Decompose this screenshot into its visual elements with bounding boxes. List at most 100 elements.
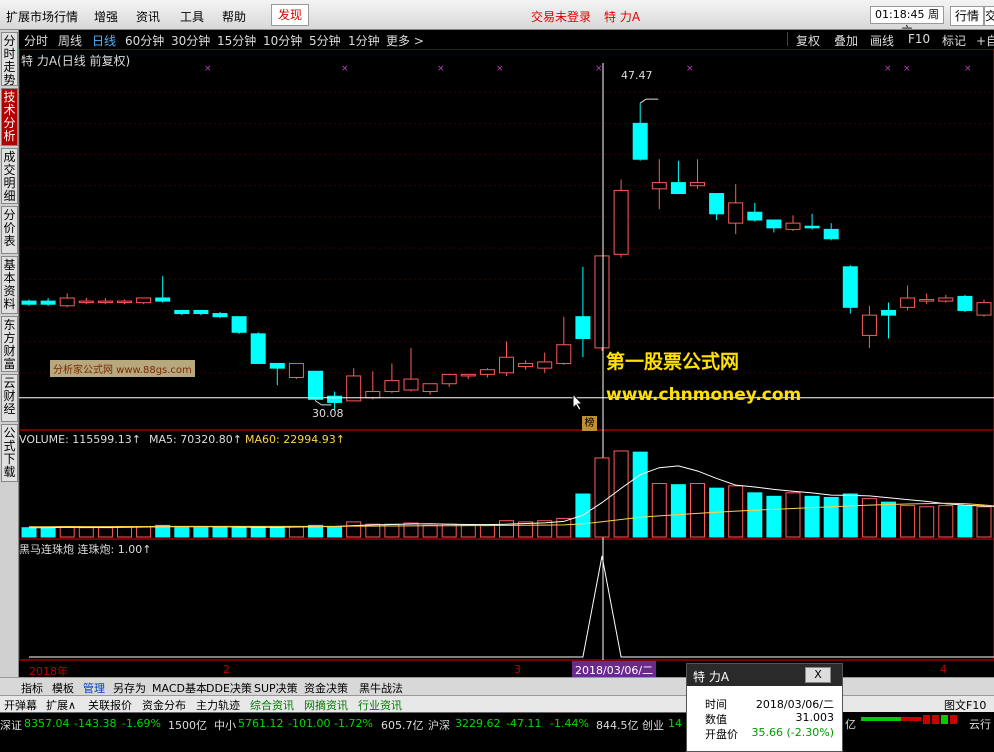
candle-down bbox=[804, 225, 820, 229]
tab-trades[interactable]: 成交明细 bbox=[1, 148, 18, 204]
watermark-title: 第一股票公式网 bbox=[606, 351, 740, 373]
close-button[interactable]: X bbox=[805, 667, 831, 683]
candle-up bbox=[422, 383, 438, 393]
rank-tag[interactable]: 榜 bbox=[582, 416, 597, 431]
danmu-button[interactable]: 开弹幕 bbox=[4, 697, 37, 713]
industry-news-button[interactable]: 行业资讯 bbox=[358, 697, 402, 713]
popup-key: 时间 bbox=[705, 698, 727, 711]
trade-tab[interactable]: 交 bbox=[984, 6, 994, 26]
main-track-button[interactable]: 主力轨迹 bbox=[196, 697, 240, 713]
tab-eastmoney[interactable]: 东方财富 bbox=[1, 316, 18, 372]
volume-bar-down bbox=[842, 493, 858, 538]
tool-tab-dde[interactable]: DDE决策 bbox=[206, 680, 252, 696]
adjust-button[interactable]: 复权 bbox=[796, 32, 820, 49]
volume-bar-down bbox=[327, 526, 343, 538]
ticker-item: 创业 bbox=[642, 719, 664, 732]
tool-tab-macd[interactable]: MACD基本 bbox=[152, 680, 207, 696]
period-5min[interactable]: 5分钟 bbox=[309, 32, 341, 49]
draw-line-button[interactable]: 画线 bbox=[870, 32, 894, 49]
related-quote-button[interactable]: 关联报价 bbox=[88, 697, 132, 713]
tool-tab-manage[interactable]: 管理 bbox=[83, 680, 105, 696]
tool-tab-fund[interactable]: 资金决策 bbox=[304, 680, 348, 696]
period-weekly[interactable]: 周线 bbox=[58, 32, 82, 49]
period-1min[interactable]: 1分钟 bbox=[348, 32, 380, 49]
candle-up bbox=[384, 380, 400, 393]
toolbar-divider bbox=[787, 32, 788, 46]
mouse-cursor-icon bbox=[572, 393, 584, 411]
signal-marker: × bbox=[437, 64, 445, 74]
volume-bar-up bbox=[785, 492, 801, 538]
signal-marker: × bbox=[341, 64, 349, 74]
custom-button[interactable]: +自 bbox=[976, 32, 994, 49]
volume-bar-up bbox=[97, 527, 113, 538]
ticker-item: 3229.62 bbox=[455, 717, 501, 730]
f10-button[interactable]: F10 bbox=[908, 32, 930, 46]
period-10min[interactable]: 10分钟 bbox=[263, 32, 302, 49]
candle-up bbox=[518, 362, 534, 368]
popup-key: 数值 bbox=[705, 713, 727, 726]
period-30min[interactable]: 30分钟 bbox=[171, 32, 210, 49]
ticker-item: -47.11 bbox=[506, 717, 542, 730]
volume-bar-down bbox=[21, 527, 37, 538]
candle-down bbox=[747, 211, 763, 221]
discover-button[interactable]: 发现 bbox=[271, 4, 309, 26]
period-60min[interactable]: 60分钟 bbox=[125, 32, 164, 49]
cursor-date: 2018/03/06/二 bbox=[572, 661, 657, 677]
fund-distribution-button[interactable]: 资金分布 bbox=[142, 697, 186, 713]
indicator-panel-border bbox=[19, 539, 994, 660]
candle-up bbox=[861, 314, 877, 336]
popup-value: 35.66 (-2.30%) bbox=[751, 726, 834, 739]
tab-basic-info[interactable]: 基本资料 bbox=[1, 256, 18, 314]
period-daily[interactable]: 日线 bbox=[92, 32, 116, 49]
period-more[interactable]: 更多 > bbox=[386, 32, 424, 49]
tab-formula-download[interactable]: 公式下载 bbox=[1, 424, 18, 482]
quote-tab[interactable]: 行情 bbox=[950, 6, 984, 26]
tool-tab-template[interactable]: 模板 bbox=[52, 680, 74, 696]
low-price-label: 30.08 bbox=[312, 407, 344, 420]
volume-bar-up bbox=[460, 524, 476, 538]
tool-tab-sup[interactable]: SUP决策 bbox=[254, 680, 298, 696]
expand-button[interactable]: 扩展∧ bbox=[46, 697, 76, 713]
tool-tab-save-as[interactable]: 另存为 bbox=[113, 680, 146, 696]
volume-bar-up bbox=[422, 524, 438, 538]
general-news-button[interactable]: 综合资讯 bbox=[250, 697, 294, 713]
volume-bar-up bbox=[288, 526, 304, 538]
web-news-button[interactable]: 网摘资讯 bbox=[304, 697, 348, 713]
menu-item-extended-market[interactable]: 扩展市场行情 bbox=[6, 8, 78, 25]
function-bar: 开弹幕 扩展∧ 关联报价 资金分布 主力轨迹 综合资讯 网摘资讯 行业资讯 图文… bbox=[0, 695, 994, 712]
tool-tab-blackbull[interactable]: 黑牛战法 bbox=[359, 680, 403, 696]
tool-tab-indicator[interactable]: 指标 bbox=[21, 680, 43, 696]
candle-up bbox=[938, 297, 954, 302]
tab-yuncaijing[interactable]: 云财经 bbox=[1, 374, 18, 422]
volume-bar-up bbox=[976, 506, 992, 538]
tab-technical[interactable]: 技术分析 bbox=[1, 88, 18, 146]
volume-bar-up bbox=[613, 450, 629, 538]
period-intraday[interactable]: 分时 bbox=[24, 32, 48, 49]
volume-bar-down bbox=[881, 501, 896, 538]
chart-title: 特 力A(日线 前复权) bbox=[21, 54, 131, 68]
period-15min[interactable]: 15分钟 bbox=[217, 32, 256, 49]
tab-price-table[interactable]: 分价表 bbox=[1, 206, 18, 254]
menu-item-info[interactable]: 资讯 bbox=[136, 8, 160, 25]
ticker-item: 605.7亿 bbox=[381, 719, 424, 732]
volume-bar-down bbox=[269, 527, 285, 538]
menu-item-tools[interactable]: 工具 bbox=[180, 8, 204, 25]
small-watermark: 分析家公式网 www.88gs.com bbox=[50, 360, 195, 377]
candle-down bbox=[709, 193, 725, 215]
candle-up bbox=[78, 300, 94, 304]
kline-chart[interactable]: × × × × × × × × × bbox=[19, 49, 994, 660]
menu-item-enhance[interactable]: 增强 bbox=[94, 8, 118, 25]
mark-button[interactable]: 标记 bbox=[942, 32, 966, 49]
volume-bar-up bbox=[861, 498, 877, 538]
tab-intraday[interactable]: 分时走势 bbox=[1, 32, 18, 87]
ticker-item: 沪深 bbox=[428, 719, 450, 732]
candle-down bbox=[231, 316, 247, 333]
candle-down bbox=[40, 300, 56, 305]
menu-item-help[interactable]: 帮助 bbox=[222, 8, 246, 25]
f10-text-button[interactable]: 图文F10 bbox=[944, 697, 986, 713]
left-tab-bar: 分时走势 技术分析 成交明细 分价表 基本资料 东方财富 云财经 公式下载 bbox=[0, 30, 19, 682]
chart-area[interactable]: × × × × × × × × × 特 力A(日线 前复权) 47.47 30.08 分析家公式… bbox=[19, 49, 994, 660]
signal-marker: × bbox=[964, 64, 972, 74]
overlay-button[interactable]: 叠加 bbox=[834, 32, 858, 49]
yunxing-label[interactable]: 云行 bbox=[969, 716, 991, 732]
